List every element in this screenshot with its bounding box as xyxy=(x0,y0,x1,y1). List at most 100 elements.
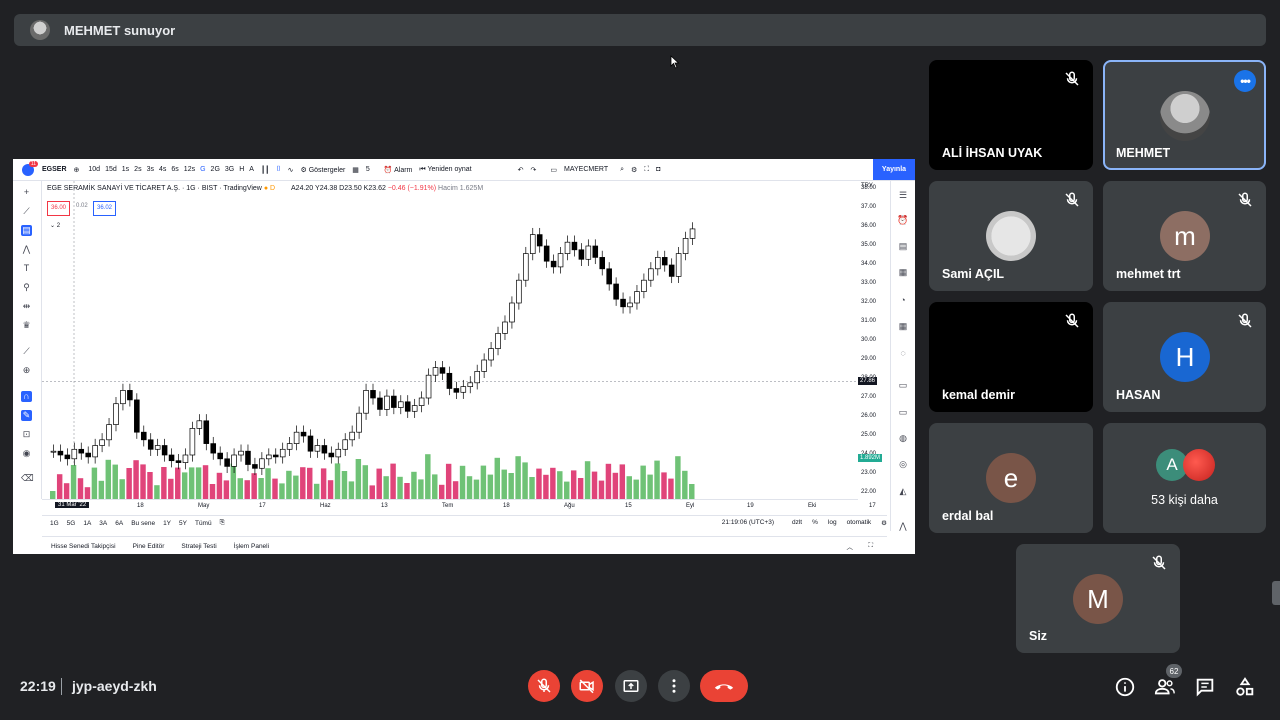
indicators-button[interactable]: ⚙ Göstergeler xyxy=(300,166,345,174)
present-screen-button[interactable] xyxy=(615,670,647,702)
activities-icon[interactable] xyxy=(1234,676,1256,698)
eye-icon[interactable]: ◉ xyxy=(21,448,32,459)
alarm-button[interactable]: ⏰ Alarm xyxy=(384,166,413,174)
broadcast-icon[interactable]: ◎ xyxy=(897,458,909,470)
layout-name[interactable]: MAYECMERT xyxy=(564,166,608,173)
tab-stock-screener[interactable]: Hisse Senedi Takipçisi xyxy=(51,543,116,550)
chevron-up-icon[interactable]: ︿ xyxy=(847,541,854,551)
price-chart[interactable] xyxy=(42,181,858,499)
range-1A[interactable]: 1A xyxy=(83,520,91,527)
interval-2G[interactable]: 2G xyxy=(211,166,220,173)
people-icon[interactable] xyxy=(1154,676,1176,698)
range-3A[interactable]: 3A xyxy=(99,520,107,527)
interval-3s[interactable]: 3s xyxy=(147,166,154,173)
trendline-icon[interactable]: ⟋ xyxy=(21,206,32,217)
ruler-icon[interactable]: ⟋ xyxy=(21,346,32,357)
range-1Y[interactable]: 1Y xyxy=(163,520,171,527)
gear-icon[interactable]: ⚙ xyxy=(881,519,887,527)
replay-button[interactable]: ⏮ Yeniden oynat xyxy=(419,166,471,174)
alerts-icon[interactable]: ⏰ xyxy=(897,214,909,226)
calendar-icon[interactable]: ▦ xyxy=(897,320,909,332)
tab-pine-editor[interactable]: Pine Editör xyxy=(133,543,165,550)
range-6A[interactable]: 6A xyxy=(115,520,123,527)
participant-tile-others[interactable]: A 53 kişi daha xyxy=(1103,423,1266,533)
participant-tile-ali[interactable]: ALİ İHSAN UYAK xyxy=(929,60,1093,170)
chat-icon[interactable]: ▭ xyxy=(897,379,909,391)
symbol-search[interactable]: EGSER xyxy=(42,166,67,173)
measure-icon[interactable]: ⇹ xyxy=(21,301,32,312)
range-1G[interactable]: 1G xyxy=(50,520,59,527)
chart-type-icon[interactable]: ┃┃ xyxy=(261,166,269,174)
magnet-icon[interactable]: ∩ xyxy=(21,391,32,402)
participant-tile-erdal[interactable]: e erdal bal xyxy=(929,423,1093,533)
goto-date-icon[interactable]: ⎘ xyxy=(220,519,225,527)
interval-12s[interactable]: 12s xyxy=(184,166,195,173)
interval-4s[interactable]: 4s xyxy=(159,166,166,173)
zoom-icon[interactable]: ⊕ xyxy=(21,365,32,376)
messages-icon[interactable]: ▭ xyxy=(897,406,909,418)
data-window-icon[interactable]: ▤ xyxy=(897,240,909,252)
scale-adjust[interactable]: dzlt xyxy=(792,519,802,527)
participant-tile-self[interactable]: M Siz xyxy=(1016,544,1180,653)
interval-2s[interactable]: 2s xyxy=(134,166,141,173)
tab-trading-panel[interactable]: İşlem Paneli xyxy=(234,543,269,550)
range-5Y[interactable]: 5Y xyxy=(179,520,187,527)
more-options-icon[interactable]: ••• xyxy=(1234,70,1256,92)
more-options-button[interactable] xyxy=(658,670,690,702)
hotlist-icon[interactable]: ◔ xyxy=(897,294,909,306)
participant-tile-mehmet-trt[interactable]: m mehmet trt xyxy=(1103,181,1266,291)
lock-icon[interactable]: ⊡ xyxy=(21,429,32,440)
projection-icon[interactable]: ⚲ xyxy=(21,282,32,293)
interval-H[interactable]: H xyxy=(239,166,244,173)
side-panel-handle[interactable] xyxy=(1272,581,1280,605)
range-Bu sene[interactable]: Bu sene xyxy=(131,520,155,527)
interval-1s[interactable]: 1s xyxy=(122,166,129,173)
interval-15d[interactable]: 15d xyxy=(105,166,117,173)
scale-auto[interactable]: otomatik xyxy=(847,519,872,527)
notifications-icon[interactable]: ◍ xyxy=(897,432,909,444)
crosshair-icon[interactable]: + xyxy=(21,187,32,198)
interval-3G[interactable]: 3G xyxy=(225,166,234,173)
range-Tümü[interactable]: Tümü xyxy=(195,520,212,527)
participant-tile-mehmet[interactable]: ••• MEHMET xyxy=(1103,60,1266,170)
line-type-icon[interactable]: ∿ xyxy=(288,166,294,174)
news-icon[interactable]: ▦ xyxy=(897,266,909,278)
maximize-icon[interactable]: ⛶ xyxy=(868,542,873,550)
templates-icon[interactable]: ▦ xyxy=(352,166,359,174)
camera-toggle-button[interactable] xyxy=(571,670,603,702)
participant-tile-sami[interactable]: Sami AÇIL xyxy=(929,181,1093,291)
chat-icon[interactable] xyxy=(1194,676,1216,698)
participant-tile-hasan[interactable]: H HASAN xyxy=(1103,302,1266,412)
time-axis[interactable]: 31 Mar '22 18 May 17 Haz 13 Tem 18 Ağu 15 Eyl 19 Ek… xyxy=(42,499,876,514)
candle-type-icon[interactable]: ⌷ xyxy=(276,166,280,174)
camera-icon[interactable]: ◘ xyxy=(656,166,660,173)
watchlist-icon[interactable]: ☰ xyxy=(897,189,909,201)
layout-icon[interactable]: ▭ xyxy=(550,166,557,174)
trash-icon[interactable]: ⌫ xyxy=(21,473,34,484)
pattern-icon[interactable]: ⋀ xyxy=(21,244,32,255)
trade-icon[interactable]: ⋀ xyxy=(897,520,909,532)
interval-G[interactable]: G xyxy=(200,166,205,173)
bell-icon[interactable]: ◭ xyxy=(897,485,909,497)
info-icon[interactable] xyxy=(1114,676,1136,698)
scale-log[interactable]: log xyxy=(828,519,837,527)
undo-icon[interactable]: ↶ xyxy=(518,166,524,174)
search-icon[interactable]: ⌕ xyxy=(620,166,624,174)
range-5G[interactable]: 5G xyxy=(67,520,76,527)
text-icon[interactable]: T xyxy=(21,263,32,274)
publish-button[interactable]: Yayınla xyxy=(873,159,915,180)
interval-10d[interactable]: 10d xyxy=(88,166,100,173)
brush-icon[interactable]: ♛ xyxy=(21,320,32,331)
settings-icon[interactable]: ⚙ xyxy=(631,166,637,174)
interval-6s[interactable]: 6s xyxy=(171,166,178,173)
ideas-icon[interactable]: ◌ xyxy=(897,347,909,359)
interval-A[interactable]: A xyxy=(249,166,254,173)
tv-logo-icon[interactable]: 11 xyxy=(22,160,38,176)
leave-call-button[interactable] xyxy=(700,670,748,702)
tab-strategy-tester[interactable]: Strateji Testi xyxy=(181,543,216,550)
participant-tile-kemal[interactable]: kemal demir xyxy=(929,302,1093,412)
fullscreen-icon[interactable]: ⛶ xyxy=(644,166,649,174)
price-axis[interactable]: TRY 22.0023.0024.0025.0026.0027.0028.002… xyxy=(858,181,882,499)
lock-draw-icon[interactable]: ✎ xyxy=(21,410,32,421)
scale-percent[interactable]: % xyxy=(812,519,818,527)
